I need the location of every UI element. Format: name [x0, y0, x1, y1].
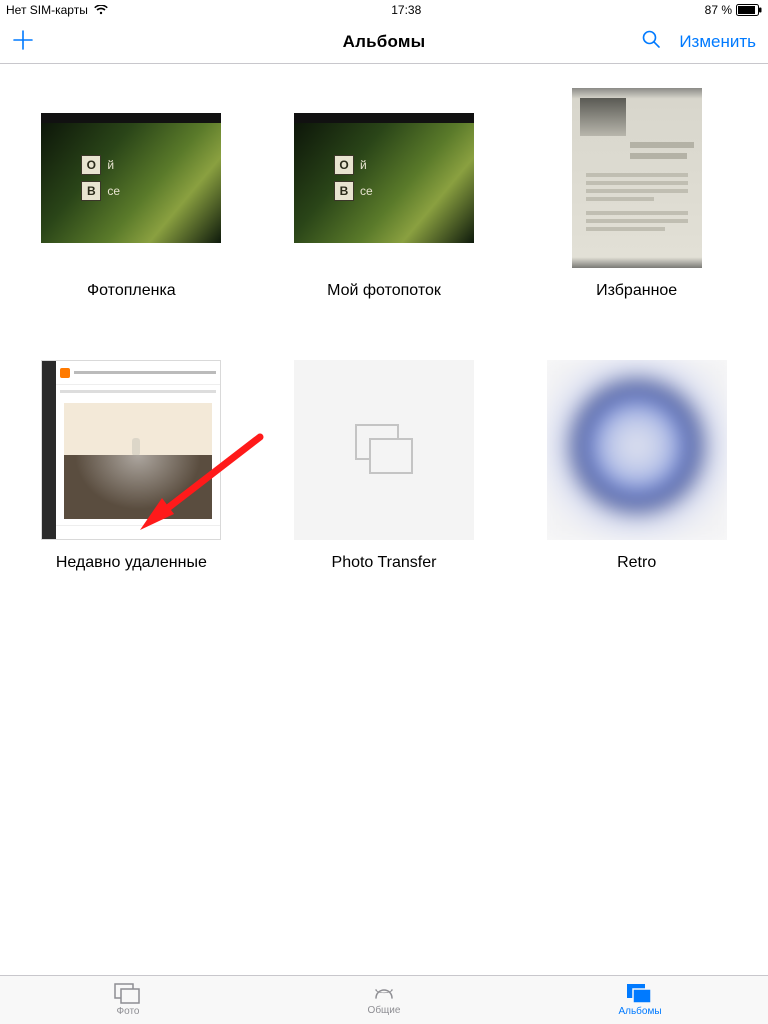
album-name: Фотопленка: [87, 282, 176, 300]
album-name: Retro: [617, 554, 656, 572]
album-thumbnail: Ой Все: [294, 88, 474, 268]
status-time: 17:38: [108, 3, 705, 17]
edit-button[interactable]: Изменить: [679, 32, 756, 52]
album-name: Недавно удаленные: [56, 554, 207, 572]
wifi-icon: [94, 5, 108, 15]
tab-bar: Фото Общие Альбомы: [0, 975, 768, 1024]
album-camera-roll[interactable]: Ой Все Фотопленка: [40, 88, 223, 300]
nav-bar: Альбомы Изменить: [0, 20, 768, 64]
album-thumbnail: [41, 360, 221, 540]
album-photo-stream[interactable]: Ой Все Мой фотопоток: [293, 88, 476, 300]
content: Ой Все Фотопленка Ой Все Мой фотопоток: [0, 64, 768, 572]
tab-label: Альбомы: [618, 1006, 661, 1017]
tab-photos[interactable]: Фото: [0, 976, 256, 1024]
album-name: Мой фотопоток: [327, 282, 441, 300]
tab-label: Фото: [117, 1006, 140, 1017]
album-thumbnail: Ой Все: [41, 88, 221, 268]
carrier-text: Нет SIM-карты: [6, 3, 88, 17]
album-retro[interactable]: Retro: [545, 360, 728, 572]
tab-label: Общие: [368, 1005, 401, 1016]
album-grid: Ой Все Фотопленка Ой Все Мой фотопоток: [40, 88, 728, 572]
album-name: Photo Transfer: [332, 554, 437, 572]
album-recently-deleted[interactable]: Недавно удаленные: [40, 360, 223, 572]
tab-albums[interactable]: Альбомы: [512, 976, 768, 1024]
album-thumbnail: [294, 360, 474, 540]
album-photo-transfer[interactable]: Photo Transfer: [293, 360, 476, 572]
empty-album-icon: [355, 424, 413, 476]
tab-shared[interactable]: Общие: [256, 976, 512, 1024]
battery-icon: [736, 4, 762, 16]
album-thumbnail: [547, 360, 727, 540]
search-button[interactable]: [641, 29, 661, 54]
battery-pct: 87 %: [705, 3, 732, 17]
album-name: Избранное: [596, 282, 677, 300]
status-bar: Нет SIM-карты 17:38 87 %: [0, 0, 768, 20]
album-thumbnail: [547, 88, 727, 268]
status-left: Нет SIM-карты: [6, 3, 108, 17]
album-favorites[interactable]: Избранное: [545, 88, 728, 300]
status-right: 87 %: [705, 3, 762, 17]
nav-left: [12, 28, 34, 56]
nav-right: Изменить: [641, 29, 756, 54]
add-button[interactable]: [12, 28, 34, 56]
